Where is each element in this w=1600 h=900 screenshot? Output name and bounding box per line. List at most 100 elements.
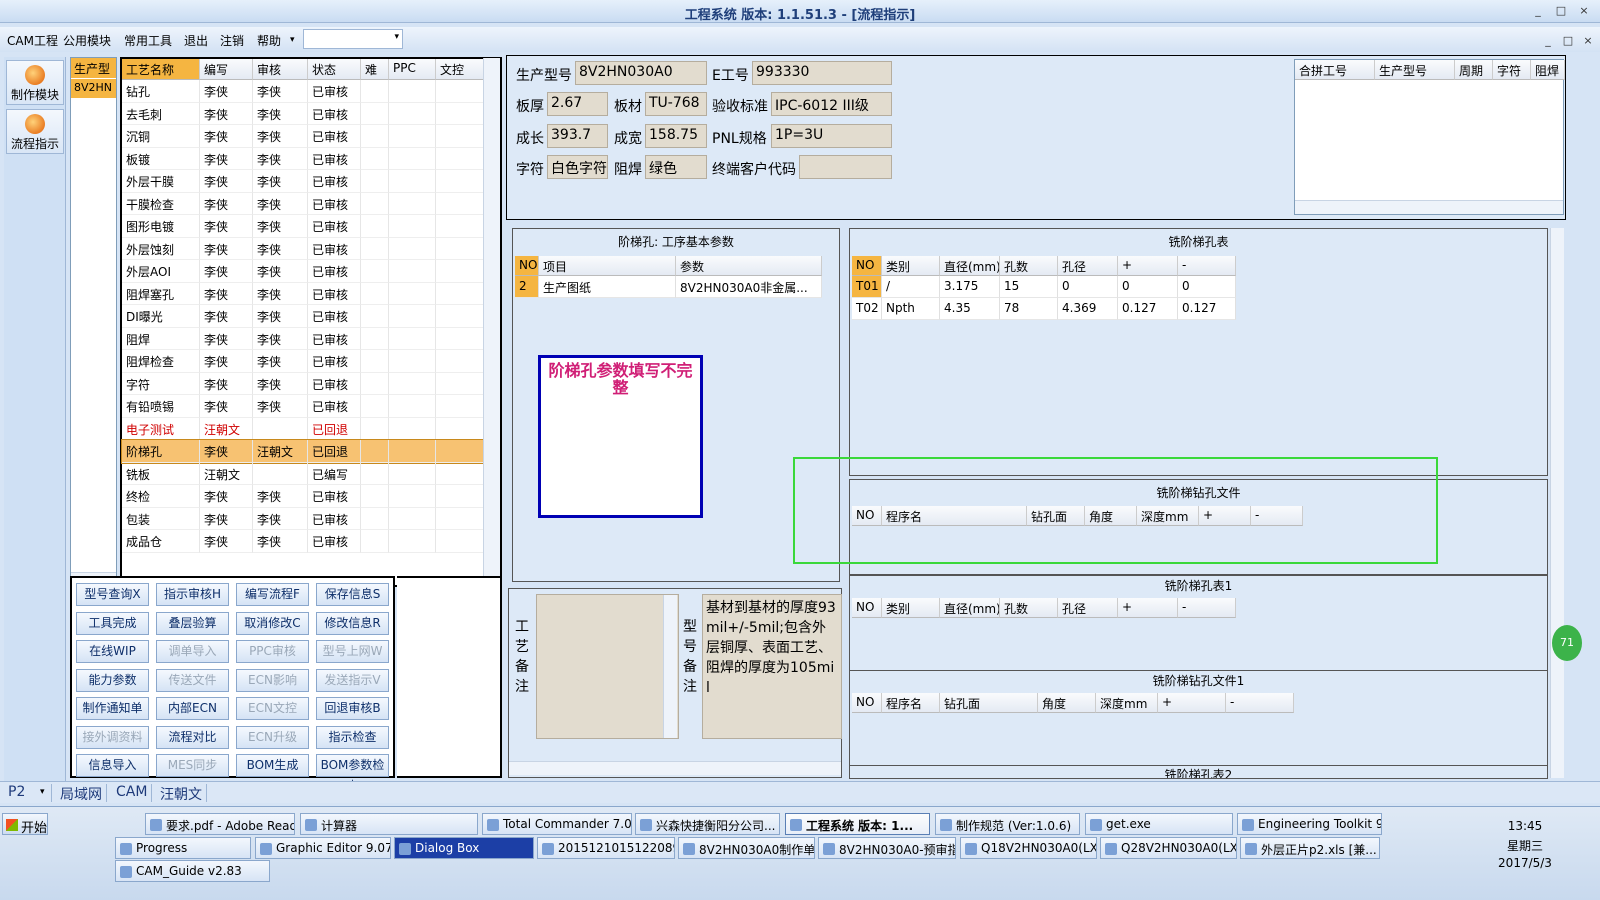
thickness-field[interactable]: 2.67 xyxy=(547,92,608,116)
function-button[interactable]: MES同步 xyxy=(156,754,229,777)
process-row[interactable]: 有铅喷锡 李侠 李侠 已审核 xyxy=(122,395,486,418)
taskbar-item[interactable]: Q28V2HN030A0(LXH... xyxy=(1100,837,1237,859)
taskbar-item[interactable]: 工程系统 版本: 1... xyxy=(785,813,930,835)
col-merge-mask[interactable]: 阻焊 xyxy=(1531,60,1565,80)
function-button[interactable]: PPC审核 xyxy=(236,640,309,663)
function-button[interactable]: 回退审核B xyxy=(316,697,389,720)
process-row[interactable]: DI曝光 李侠 李侠 已审核 xyxy=(122,305,486,328)
function-button[interactable]: 信息导入 xyxy=(76,754,149,777)
function-button[interactable]: 指示审核H xyxy=(156,583,229,606)
param-row-item[interactable]: 生产图纸 xyxy=(539,276,676,298)
menu-logout[interactable]: 注销 xyxy=(220,32,244,49)
process-row[interactable]: 包装 李侠 李侠 已审核 xyxy=(122,507,486,530)
function-button[interactable]: 工具完成 xyxy=(76,611,149,635)
function-button[interactable]: 制作通知单 xyxy=(76,697,149,720)
char-field[interactable]: 白色字符 xyxy=(547,155,608,179)
taskbar-item[interactable]: CAM_Guide v2.83 xyxy=(115,860,270,882)
taskbar-item[interactable]: 8V2HN030A0-预审指... xyxy=(818,837,956,859)
function-button[interactable]: 流程对比 xyxy=(156,725,229,749)
function-button[interactable]: 叠层验算 xyxy=(156,611,229,635)
table-header-cell[interactable]: - xyxy=(1226,693,1294,713)
table-header-cell[interactable]: 孔径 xyxy=(1058,256,1118,276)
menu-exit[interactable]: 退出 xyxy=(184,32,208,49)
col-merge-no[interactable]: 合拼工号 xyxy=(1295,60,1375,80)
menu-help[interactable]: 帮助 xyxy=(257,32,281,49)
col-difficulty[interactable]: 难 xyxy=(361,59,389,80)
process-row[interactable]: 图形电镀 李侠 李侠 已审核 xyxy=(122,215,486,238)
table-header-cell[interactable]: 孔数 xyxy=(1000,256,1058,276)
table-header-cell[interactable]: NO xyxy=(852,598,882,618)
process-row[interactable]: 外层蚀刻 李侠 李侠 已审核 xyxy=(122,237,486,260)
taskbar-item[interactable]: 要求.pdf - Adobe Reader xyxy=(145,813,295,835)
function-button[interactable]: 编写流程F xyxy=(236,583,309,606)
function-button[interactable]: 型号上网W xyxy=(316,640,389,663)
function-button[interactable]: 在线WIP xyxy=(76,640,149,663)
process-remark-scrollbar[interactable] xyxy=(663,595,677,738)
hole-table-cell[interactable]: T01 xyxy=(852,276,882,298)
taskbar-item[interactable]: Dialog Box xyxy=(394,837,534,859)
process-row[interactable]: 终检 李侠 李侠 已审核 xyxy=(122,485,486,508)
col-no[interactable]: NO xyxy=(515,256,539,276)
function-button[interactable]: ECN升级 xyxy=(236,725,309,749)
status-dropdown-icon[interactable]: ▾ xyxy=(40,787,45,797)
table-header-cell[interactable]: 直径(mm) xyxy=(940,256,1000,276)
process-row[interactable]: 铣板 汪朝文 已编写 xyxy=(122,462,486,485)
table-header-cell[interactable]: 孔径 xyxy=(1058,598,1118,618)
hole-table-cell[interactable]: 4.369 xyxy=(1058,298,1118,320)
col-writer[interactable]: 编写 xyxy=(200,59,253,80)
table-header-cell[interactable]: 角度 xyxy=(1038,693,1096,713)
hole-table-cell[interactable]: 0 xyxy=(1118,276,1178,298)
process-row[interactable]: 阻焊塞孔 李侠 李侠 已审核 xyxy=(122,282,486,305)
col-item[interactable]: 项目 xyxy=(539,256,676,276)
col-status[interactable]: 状态 xyxy=(308,59,361,80)
function-button[interactable]: 传送文件 xyxy=(156,668,229,692)
process-row[interactable]: 钻孔 李侠 李侠 已审核 xyxy=(122,80,486,103)
table-header-cell[interactable]: 钻孔面 xyxy=(940,693,1038,713)
function-button[interactable]: BOM生成 xyxy=(236,754,309,777)
remarks-hscroll[interactable] xyxy=(509,761,841,775)
function-button[interactable]: 发送指示V xyxy=(316,668,389,692)
child-restore-button[interactable]: □ xyxy=(1560,33,1576,49)
table-header-cell[interactable]: 类别 xyxy=(882,598,940,618)
green-badge[interactable]: 71 xyxy=(1552,625,1582,661)
product-model-row[interactable]: 8V2HN xyxy=(71,79,116,98)
process-remark-field[interactable] xyxy=(536,594,679,739)
table-header-cell[interactable]: + xyxy=(1118,256,1178,276)
clock-weekday[interactable]: 星期三 xyxy=(1455,837,1595,854)
close-button[interactable]: × xyxy=(1576,3,1592,19)
taskbar-item[interactable]: Graphic Editor 9.07b... xyxy=(255,837,391,859)
taskbar-item[interactable]: 计算器 xyxy=(300,813,478,835)
function-button[interactable]: 内部ECN xyxy=(156,697,229,720)
e-no-field[interactable]: 993330 xyxy=(752,61,892,85)
col-ppc[interactable]: PPC xyxy=(389,59,436,80)
menu-common-modules[interactable]: 公用模块 xyxy=(63,32,111,49)
function-button[interactable]: ECN文控 xyxy=(236,697,309,720)
function-button[interactable]: BOM参数检查 xyxy=(316,754,389,793)
process-row[interactable]: 板镀 李侠 李侠 已审核 xyxy=(122,147,486,170)
process-row[interactable]: 阶梯孔 李侠 汪朝文 已回退 xyxy=(121,439,487,464)
table-header-cell[interactable]: NO xyxy=(852,693,882,713)
process-row[interactable]: 阻焊检查 李侠 李侠 已审核 xyxy=(122,350,486,373)
function-button[interactable]: 型号查询X xyxy=(76,583,149,606)
maximize-button[interactable]: □ xyxy=(1553,3,1569,19)
taskbar-item[interactable]: 8V2HN030A0制作单.... xyxy=(678,837,815,859)
table-header-cell[interactable]: - xyxy=(1178,256,1236,276)
taskbar-item[interactable]: Total Commander 7.0 p... xyxy=(482,813,632,835)
function-button[interactable]: 修改信息R xyxy=(316,611,389,635)
taskbar-item[interactable]: get.exe xyxy=(1085,813,1233,835)
hole-table-cell[interactable]: T02 xyxy=(852,298,882,320)
hole-table-cell[interactable]: Npth xyxy=(882,298,940,320)
function-button[interactable]: 指示检查 xyxy=(316,725,389,749)
child-close-button[interactable]: × xyxy=(1580,33,1596,49)
menu-common-tools[interactable]: 常用工具 xyxy=(124,32,172,49)
process-row[interactable]: 沉铜 李侠 李侠 已审核 xyxy=(122,125,486,148)
function-button[interactable]: 调单导入 xyxy=(156,640,229,663)
hole-table-cell[interactable]: 0 xyxy=(1178,276,1236,298)
customer-field[interactable] xyxy=(799,155,892,179)
col-reviewer[interactable]: 审核 xyxy=(253,59,308,80)
length-field[interactable]: 393.7 xyxy=(547,124,608,148)
hole-table-cell[interactable]: 4.35 xyxy=(940,298,1000,320)
process-row[interactable]: 电子测试 汪朝文 已回退 xyxy=(122,417,486,440)
start-button[interactable]: 开始 xyxy=(2,813,48,836)
col-process-name[interactable]: 工艺名称 xyxy=(122,59,200,80)
